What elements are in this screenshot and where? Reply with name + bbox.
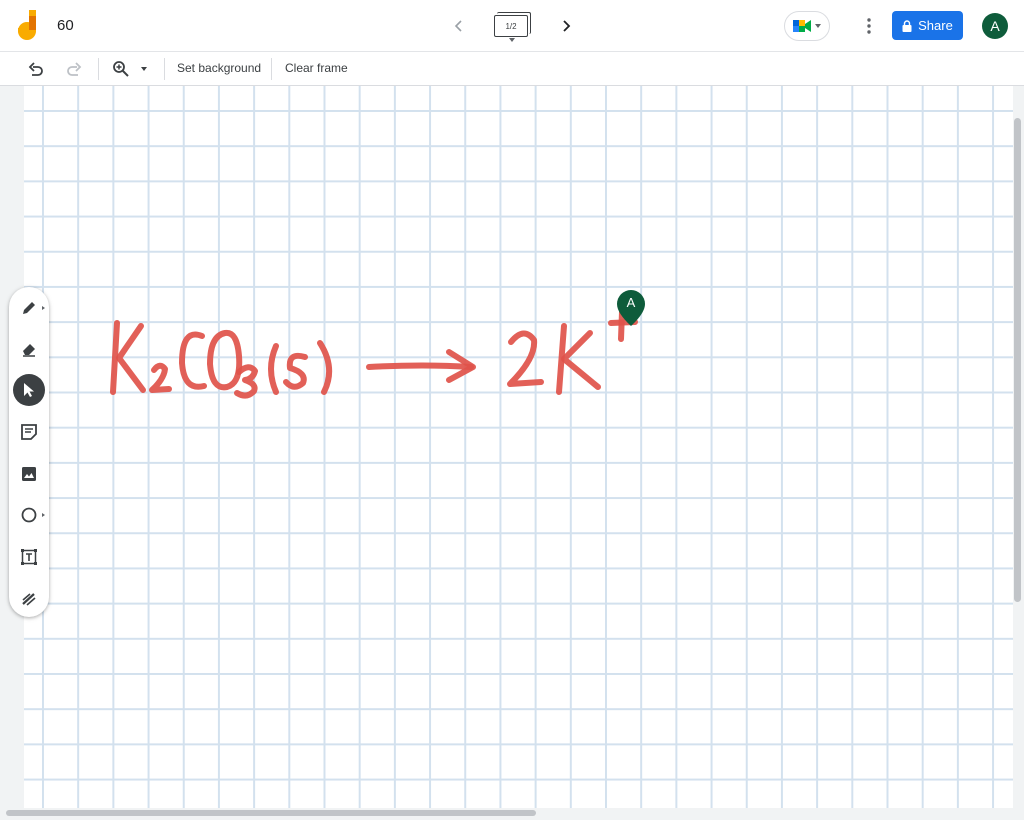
lock-icon	[902, 19, 912, 32]
eraser-icon	[23, 344, 35, 357]
chevron-down-icon	[509, 38, 515, 42]
pen-tool[interactable]	[13, 292, 45, 324]
redo-button[interactable]	[62, 57, 86, 81]
select-tool[interactable]	[13, 374, 45, 406]
share-button-label: Share	[918, 18, 953, 33]
frame-indicator: 1/2	[494, 15, 528, 37]
top-bar: 60 1/2 Share A	[0, 0, 1024, 52]
chevron-down-icon	[141, 67, 147, 71]
handwriting-ink	[110, 309, 638, 399]
text-box-tool[interactable]	[13, 541, 45, 573]
toolbar-divider	[271, 58, 272, 80]
whiteboard-canvas[interactable]	[24, 86, 1013, 808]
account-avatar[interactable]: A	[982, 13, 1008, 39]
ink-stroke-group	[110, 309, 638, 399]
laser-pointer-icon	[22, 593, 36, 606]
chevron-left-icon	[454, 20, 462, 32]
chevron-down-icon	[815, 24, 821, 28]
tool-palette	[9, 287, 49, 617]
sticky-note-icon	[21, 424, 37, 440]
jamboard-logo-icon[interactable]	[14, 8, 42, 42]
more-options-button[interactable]	[858, 14, 880, 38]
zoom-in-icon	[113, 61, 129, 77]
set-background-button[interactable]: Set background	[177, 61, 261, 75]
chevron-right-icon	[42, 306, 45, 310]
redo-icon	[67, 62, 82, 76]
more-vert-icon	[867, 18, 871, 34]
undo-button[interactable]	[24, 57, 48, 81]
image-tool[interactable]	[13, 458, 45, 490]
shape-tool[interactable]	[13, 499, 45, 531]
eraser-tool[interactable]	[13, 333, 45, 365]
image-icon	[22, 467, 36, 481]
meet-button[interactable]	[784, 11, 830, 41]
pen-icon	[23, 302, 35, 314]
zoom-button[interactable]	[109, 57, 133, 81]
text-box-icon	[21, 549, 37, 565]
frame-bar-toggle[interactable]: 1/2	[492, 12, 532, 42]
chevron-right-icon	[563, 20, 571, 32]
horizontal-scrollbar[interactable]	[6, 810, 536, 816]
cursor-arrow-icon	[24, 383, 34, 397]
zoom-menu-button[interactable]	[136, 57, 152, 81]
share-button[interactable]: Share	[892, 11, 963, 40]
circle-shape-icon	[21, 507, 37, 523]
next-frame-button[interactable]	[553, 13, 579, 39]
previous-frame-button[interactable]	[446, 13, 472, 39]
chevron-right-icon	[42, 513, 45, 517]
google-meet-icon	[793, 20, 811, 32]
toolbar-divider	[164, 58, 165, 80]
collaborator-cursor: A	[615, 289, 647, 329]
undo-icon	[28, 62, 43, 76]
edit-toolbar: Set background Clear frame	[0, 52, 1024, 86]
vertical-scrollbar[interactable]	[1014, 118, 1021, 602]
jam-title[interactable]: 60	[57, 17, 74, 34]
laser-tool[interactable]	[13, 583, 45, 615]
collaborator-initial: A	[626, 295, 636, 310]
toolbar-divider	[98, 58, 99, 80]
clear-frame-button[interactable]: Clear frame	[285, 61, 348, 75]
sticky-note-tool[interactable]	[13, 416, 45, 448]
